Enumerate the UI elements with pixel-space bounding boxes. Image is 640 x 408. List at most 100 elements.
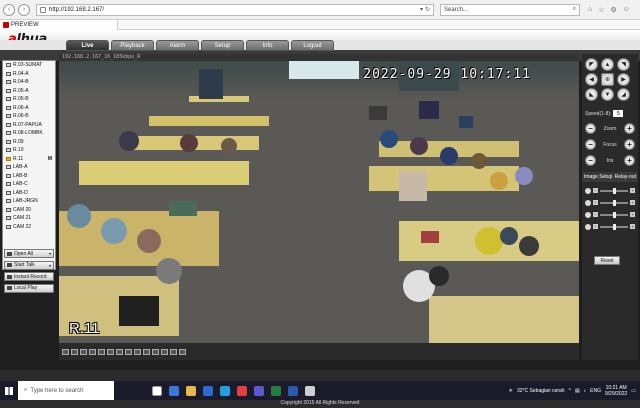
notifications-icon[interactable]: ▭ xyxy=(631,388,636,394)
snapshot-icon[interactable] xyxy=(107,349,114,355)
slider-minus-button[interactable]: − xyxy=(593,188,598,193)
slider-plus-button[interactable]: + xyxy=(630,188,635,193)
channel-item[interactable]: R.04-A xyxy=(3,70,55,79)
forward-button[interactable]: › xyxy=(18,4,30,16)
sixteen-view-icon[interactable] xyxy=(89,349,96,355)
pinned-app-icon[interactable] xyxy=(305,386,315,396)
audio-icon[interactable] xyxy=(125,349,132,355)
contrast-slider[interactable]: −+ xyxy=(585,198,635,207)
slider-knob[interactable] xyxy=(613,212,616,218)
channel-item[interactable]: LAB-B xyxy=(3,172,55,181)
channel-item[interactable]: CAM 20 xyxy=(3,206,55,215)
channel-item[interactable]: CAM 22 xyxy=(3,223,55,232)
mail-icon[interactable] xyxy=(203,386,213,396)
focus-minus-button[interactable]: − xyxy=(585,139,596,150)
app-icon[interactable] xyxy=(254,386,264,396)
quad-view-icon[interactable] xyxy=(71,349,78,355)
ptz-up-right-icon[interactable]: ◥ xyxy=(617,58,630,71)
fullscreen-icon[interactable] xyxy=(98,349,105,355)
instant-record-button[interactable]: Instant Record xyxy=(4,272,54,281)
browser-search-field[interactable]: Search... ⌕ xyxy=(440,4,580,16)
zoom-icon[interactable] xyxy=(143,349,150,355)
start-talk-button[interactable]: Start Talk▾ xyxy=(4,261,54,270)
channel-item[interactable]: R.03-SUMAT xyxy=(3,61,55,70)
slider-plus-button[interactable]: + xyxy=(630,224,635,229)
ie-icon[interactable] xyxy=(220,386,230,396)
tab-setup[interactable]: Setup xyxy=(201,40,244,51)
ptz-up-left-icon[interactable]: ◤ xyxy=(585,58,598,71)
info-icon[interactable] xyxy=(161,349,168,355)
channel-item[interactable]: LAB-A xyxy=(3,163,55,172)
slider-plus-button[interactable]: + xyxy=(630,200,635,205)
channel-item[interactable]: LAB-JRGN xyxy=(3,197,55,206)
focus-plus-button[interactable]: + xyxy=(624,139,635,150)
slider-track[interactable] xyxy=(600,190,628,192)
refresh-icon[interactable]: ↻ xyxy=(425,6,430,13)
slider-plus-button[interactable]: + xyxy=(630,212,635,217)
tray-arrow-icon[interactable]: ^ xyxy=(569,388,571,394)
channel-item[interactable]: R.06-B xyxy=(3,112,55,121)
favorites-icon[interactable]: ☆ xyxy=(598,6,604,14)
windows-start-icon[interactable] xyxy=(0,381,18,400)
hue-slider[interactable]: −+ xyxy=(585,210,635,219)
zoom-out-button[interactable]: − xyxy=(585,123,596,134)
word-icon[interactable] xyxy=(288,386,298,396)
tab-live[interactable]: Live xyxy=(66,40,109,51)
channel-item[interactable]: R.04-B xyxy=(3,78,55,87)
smiley-icon[interactable]: ☺ xyxy=(623,6,630,14)
settings-icon[interactable]: ⚙ xyxy=(611,6,617,14)
channel-item[interactable]: R.09 xyxy=(3,138,55,147)
local-play-button[interactable]: Local Play xyxy=(4,284,54,293)
slider-minus-button[interactable]: − xyxy=(593,212,598,217)
talk-icon[interactable] xyxy=(134,349,141,355)
volume-icon[interactable]: ♪ xyxy=(584,388,587,394)
channel-item[interactable]: R.08-LOMBK xyxy=(3,129,55,138)
chrome-icon[interactable] xyxy=(237,386,247,396)
channel-item[interactable]: CAM 21 xyxy=(3,214,55,223)
tab-playback[interactable]: Playback xyxy=(111,40,154,51)
slider-knob[interactable] xyxy=(613,188,616,194)
slider-knob[interactable] xyxy=(613,200,616,206)
single-view-icon[interactable] xyxy=(62,349,69,355)
weather-icon[interactable]: ☀ xyxy=(509,388,513,394)
saturation-slider[interactable]: −+ xyxy=(585,222,635,231)
language-indicator[interactable]: ENG xyxy=(590,388,601,394)
channel-item[interactable]: R.07-PAPUA xyxy=(3,121,55,130)
slider-knob[interactable] xyxy=(613,224,616,230)
iris-plus-button[interactable]: + xyxy=(624,155,635,166)
slider-track[interactable] xyxy=(600,214,628,216)
taskbar-search[interactable]: ⌕ Type here to search xyxy=(18,381,114,400)
address-bar[interactable]: http://192.168.2.167/ ▾ ↻ xyxy=(36,4,434,16)
tab-info[interactable]: Info xyxy=(246,40,289,51)
record-icon[interactable] xyxy=(116,349,123,355)
back-button[interactable]: ‹ xyxy=(3,4,15,16)
clock[interactable]: 10:21 AM 9/29/2022 xyxy=(605,385,627,397)
home-icon[interactable]: ⌂ xyxy=(588,6,592,14)
channel-item[interactable]: R.06-A xyxy=(3,104,55,113)
file-explorer-icon[interactable] xyxy=(186,386,196,396)
brightness-slider[interactable]: −+ xyxy=(585,186,635,195)
dropdown-icon[interactable]: ▾ xyxy=(420,6,423,13)
network-icon[interactable]: ▤ xyxy=(575,388,580,394)
search-icon[interactable]: ⌕ xyxy=(573,6,576,13)
ptz-left-icon[interactable]: ◀ xyxy=(585,73,598,86)
channel-item[interactable]: R.05-B xyxy=(3,95,55,104)
slider-minus-button[interactable]: − xyxy=(593,200,598,205)
tab-alarm[interactable]: Alarm xyxy=(156,40,199,51)
channel-item[interactable]: R.10 xyxy=(3,146,55,155)
task-view-icon[interactable] xyxy=(152,386,162,396)
channel-item[interactable]: R.11M xyxy=(3,155,55,164)
stream-icon[interactable] xyxy=(170,349,177,355)
open-all-button[interactable]: Open All▾ xyxy=(4,249,54,258)
ptz-right-icon[interactable]: ▶ xyxy=(617,73,630,86)
zoom-in-button[interactable]: + xyxy=(624,123,635,134)
slider-minus-button[interactable]: − xyxy=(593,224,598,229)
slider-track[interactable] xyxy=(600,202,628,204)
ptz-up-icon[interactable]: ▲ xyxy=(601,58,614,71)
channel-item[interactable]: LAB-D xyxy=(3,189,55,198)
channel-item[interactable]: R.05-A xyxy=(3,87,55,96)
ptz-center-icon[interactable]: ⊕ xyxy=(601,73,614,86)
image-setup-tab[interactable]: Image Setup xyxy=(584,174,612,180)
nine-view-icon[interactable] xyxy=(80,349,87,355)
channel-item[interactable]: LAB-C xyxy=(3,180,55,189)
